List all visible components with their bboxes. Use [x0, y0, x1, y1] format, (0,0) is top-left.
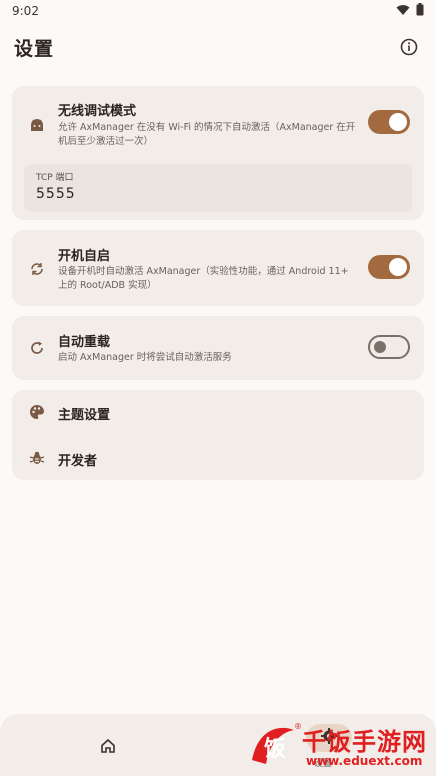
boot-start-description: 设备开机时自动激活 AxManager（实验性功能，通过 Android 11+… [58, 266, 349, 291]
wifi-icon [396, 4, 410, 19]
watermark-logo-glyph: 饭 [264, 736, 286, 762]
toggle-knob [374, 341, 386, 353]
boot-start-card[interactable]: 开机自启 设备开机时自动激活 AxManager（实验性功能，通过 Androi… [12, 230, 424, 306]
boot-start-toggle[interactable] [368, 255, 410, 279]
status-time: 9:02 [12, 4, 39, 18]
refresh-icon [28, 339, 46, 357]
page-title: 设置 [14, 37, 55, 60]
android-icon [28, 116, 46, 134]
watermark-reg: ® [294, 722, 302, 731]
auto-reload-card[interactable]: 自动重载 启动 AxManager 时将尝试自动激活服务 [12, 316, 424, 380]
auto-reload-toggle[interactable] [368, 335, 410, 359]
watermark: 饭 ® 千饭手游网 www.eduext.com [248, 716, 434, 776]
wireless-debug-row[interactable]: 无线调试模式 允许 AxManager 在没有 Wi-Fi 的情况下自动激活（A… [12, 86, 424, 156]
auto-reload-title: 自动重载 [58, 335, 111, 350]
menu-item-theme-label: 主题设置 [58, 408, 111, 423]
menu-item-developer[interactable]: 开发者 [12, 436, 424, 480]
palette-icon [28, 403, 46, 421]
auto-reload-description: 启动 AxManager 时将尝试自动激活服务 [58, 352, 232, 363]
watermark-logo: 饭 [248, 720, 298, 770]
menu-card: 主题设置 开发者 [12, 390, 424, 480]
menu-item-developer-label: 开发者 [58, 454, 98, 469]
bug-icon [28, 449, 46, 467]
toggle-knob [389, 258, 407, 276]
home-icon[interactable] [94, 734, 122, 758]
sync-icon [28, 260, 46, 278]
info-icon[interactable] [398, 36, 420, 58]
watermark-url: www.eduext.com [306, 754, 423, 768]
wireless-debug-card: 无线调试模式 允许 AxManager 在没有 Wi-Fi 的情况下自动激活（A… [12, 86, 424, 220]
top-app-bar: 设置 [0, 30, 436, 64]
toggle-knob [389, 113, 407, 131]
tcp-port-label: TCP 端口 [36, 173, 74, 183]
status-bar: 9:02 [0, 0, 436, 22]
wireless-debug-title: 无线调试模式 [58, 104, 137, 119]
tcp-port-field[interactable]: TCP 端口 5555 [24, 164, 412, 212]
wireless-debug-toggle[interactable] [368, 110, 410, 134]
tcp-port-value[interactable]: 5555 [36, 186, 76, 202]
battery-icon [416, 3, 424, 19]
boot-start-title: 开机自启 [58, 249, 111, 264]
watermark-name: 千饭手游网 [302, 728, 427, 756]
menu-item-theme[interactable]: 主题设置 [12, 390, 424, 434]
wireless-debug-description: 允许 AxManager 在没有 Wi-Fi 的情况下自动激活（AxManage… [58, 122, 356, 147]
